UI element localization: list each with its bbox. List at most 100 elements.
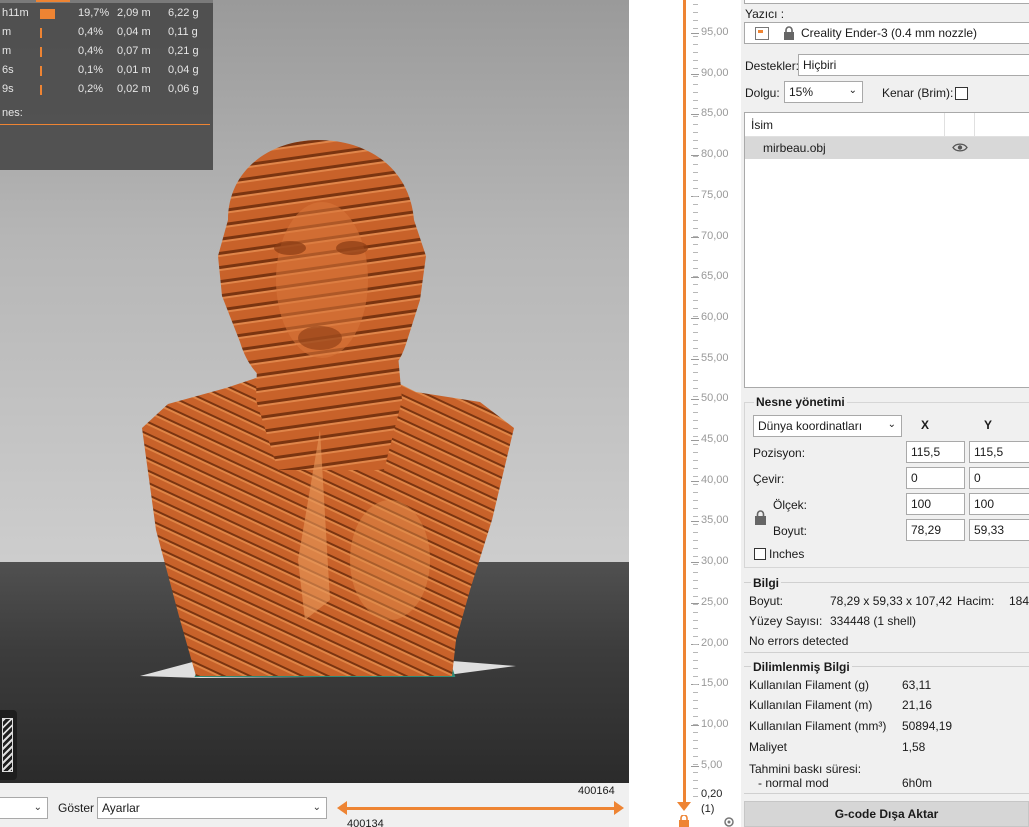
lock-icon[interactable]: [678, 815, 690, 827]
rotate-y-input[interactable]: 0: [969, 467, 1029, 489]
layer-minor-tick: [693, 68, 698, 69]
layer-minor-tick: [693, 340, 698, 341]
layer-major-tick: [691, 399, 699, 400]
layer-height-label: 60,00: [701, 311, 729, 323]
move-slider-right-thumb[interactable]: [614, 801, 624, 815]
layer-minor-tick: [693, 116, 698, 117]
layer-major-tick: [691, 521, 699, 522]
printer-combo[interactable]: Creality Ender-3 (0.4 mm nozzle): [744, 22, 1029, 44]
layer-major-tick: [691, 74, 699, 75]
info-bottom-separator: [744, 652, 1029, 653]
layer-slider-bottom-thumb[interactable]: [677, 802, 691, 811]
object-list-header: İsim: [745, 113, 1029, 137]
layer-minor-tick: [693, 460, 698, 461]
infill-combo[interactable]: 15% ⌄: [784, 81, 863, 103]
size-label: Boyut:: [773, 524, 808, 538]
object-list[interactable]: İsim mirbeau.obj: [744, 112, 1029, 388]
normal-mode-value: 6h0m: [902, 776, 933, 790]
layer-minor-tick: [693, 220, 698, 221]
layer-major-tick: [691, 562, 699, 563]
layer-minor-tick: [693, 748, 698, 749]
layer-minor-tick: [693, 620, 698, 621]
layer-height-label: 30,00: [701, 555, 729, 567]
gear-icon[interactable]: [722, 815, 736, 827]
supports-combo[interactable]: Hiçbiri: [798, 54, 1029, 76]
lock-icon: [784, 26, 794, 40]
sliced-value: 50894,19: [902, 719, 953, 733]
layer-minor-tick: [693, 252, 698, 253]
layer-minor-tick: [693, 452, 698, 453]
layer-minor-tick: [693, 100, 698, 101]
layer-minor-tick: [693, 228, 698, 229]
move-slider-track[interactable]: [343, 807, 621, 810]
position-x-input[interactable]: 115,5: [906, 441, 965, 463]
legend-toggle-icon[interactable]: [0, 710, 17, 780]
eye-icon[interactable]: [952, 142, 968, 153]
layer-minor-tick: [693, 140, 698, 141]
layer-minor-tick: [693, 636, 698, 637]
layer-minor-tick: [693, 564, 698, 565]
layer-minor-tick: [693, 20, 698, 21]
layer-minor-tick: [693, 372, 698, 373]
3d-viewport[interactable]: h11m 19,7% 2,09 m 6,22 g m 0,4% 0,04 m 0…: [0, 0, 629, 783]
layer-minor-tick: [693, 692, 698, 693]
coordinate-system-combo[interactable]: Dünya koordinatları ⌄: [753, 415, 902, 437]
export-gcode-button[interactable]: G-code Dışa Aktar: [744, 801, 1029, 827]
layer-minor-tick: [693, 244, 698, 245]
layer-minor-tick: [693, 420, 698, 421]
rotate-x-input[interactable]: 0: [906, 467, 965, 489]
layer-minor-tick: [693, 324, 698, 325]
chevron-down-icon: ⌄: [33, 802, 42, 813]
sliced-info-title: Dilimlenmiş Bilgi: [751, 660, 852, 674]
inches-checkbox[interactable]: [754, 548, 766, 560]
layer-minor-tick: [693, 348, 698, 349]
layer-slider-track[interactable]: [683, 0, 686, 803]
layer-minor-tick: [693, 772, 698, 773]
settings-panel: Yazıcı : Creality Ender-3 (0.4 mm nozzle…: [741, 0, 1029, 827]
layer-minor-tick: [693, 572, 698, 573]
layer-minor-tick: [693, 580, 698, 581]
lock-icon[interactable]: [754, 510, 767, 525]
brim-checkbox[interactable]: [955, 87, 968, 100]
layer-minor-tick: [693, 436, 698, 437]
layer-slider-bottom-index: (1): [701, 803, 715, 815]
layer-minor-tick: [693, 644, 698, 645]
layer-major-tick: [691, 359, 699, 360]
position-y-input[interactable]: 115,5: [969, 441, 1029, 463]
normal-mode-label: - normal mod: [758, 776, 829, 790]
layer-minor-tick: [693, 132, 698, 133]
layer-minor-tick: [693, 356, 698, 357]
supports-label: Destekler:: [745, 59, 800, 73]
layer-minor-tick: [693, 36, 698, 37]
layer-minor-tick: [693, 492, 698, 493]
layer-minor-tick: [693, 284, 698, 285]
layer-minor-tick: [693, 732, 698, 733]
layer-minor-tick: [693, 380, 698, 381]
size-y-input[interactable]: 59,33: [969, 519, 1029, 541]
move-slider-left-thumb[interactable]: [337, 801, 347, 815]
show-options-combo[interactable]: Ayarlar ⌄: [97, 797, 327, 819]
layer-minor-tick: [693, 612, 698, 613]
column-y-header: Y: [984, 418, 993, 432]
info-volume-label: Hacim:: [957, 594, 995, 608]
inches-label: Inches: [769, 547, 805, 561]
object-row[interactable]: mirbeau.obj: [745, 137, 1029, 159]
sliced-bottom-separator: [744, 793, 1029, 794]
layer-slider[interactable]: 95,00 90,00 85,00 80,00 75,00 70,00 65,00 60,00…: [629, 0, 741, 827]
scale-y-input[interactable]: 100: [969, 493, 1029, 515]
layer-minor-tick: [693, 4, 698, 5]
info-facets-label: Yüzey Sayısı:: [749, 614, 823, 628]
info-size-label: Boyut:: [749, 594, 784, 608]
layer-minor-tick: [693, 180, 698, 181]
top-cut-field: [744, 0, 1029, 4]
view-type-combo[interactable]: ⌄: [0, 797, 48, 819]
info-separator: [744, 582, 1029, 583]
scale-x-input[interactable]: 100: [906, 493, 965, 515]
sliced-value: 1,58: [902, 740, 926, 754]
layer-minor-tick: [693, 652, 698, 653]
size-x-input[interactable]: 78,29: [906, 519, 965, 541]
chevron-down-icon: ⌄: [848, 85, 857, 96]
layer-height-label: 25,00: [701, 596, 729, 608]
layer-minor-tick: [693, 204, 698, 205]
layer-slider-bottom-value: 0,20: [701, 788, 723, 800]
